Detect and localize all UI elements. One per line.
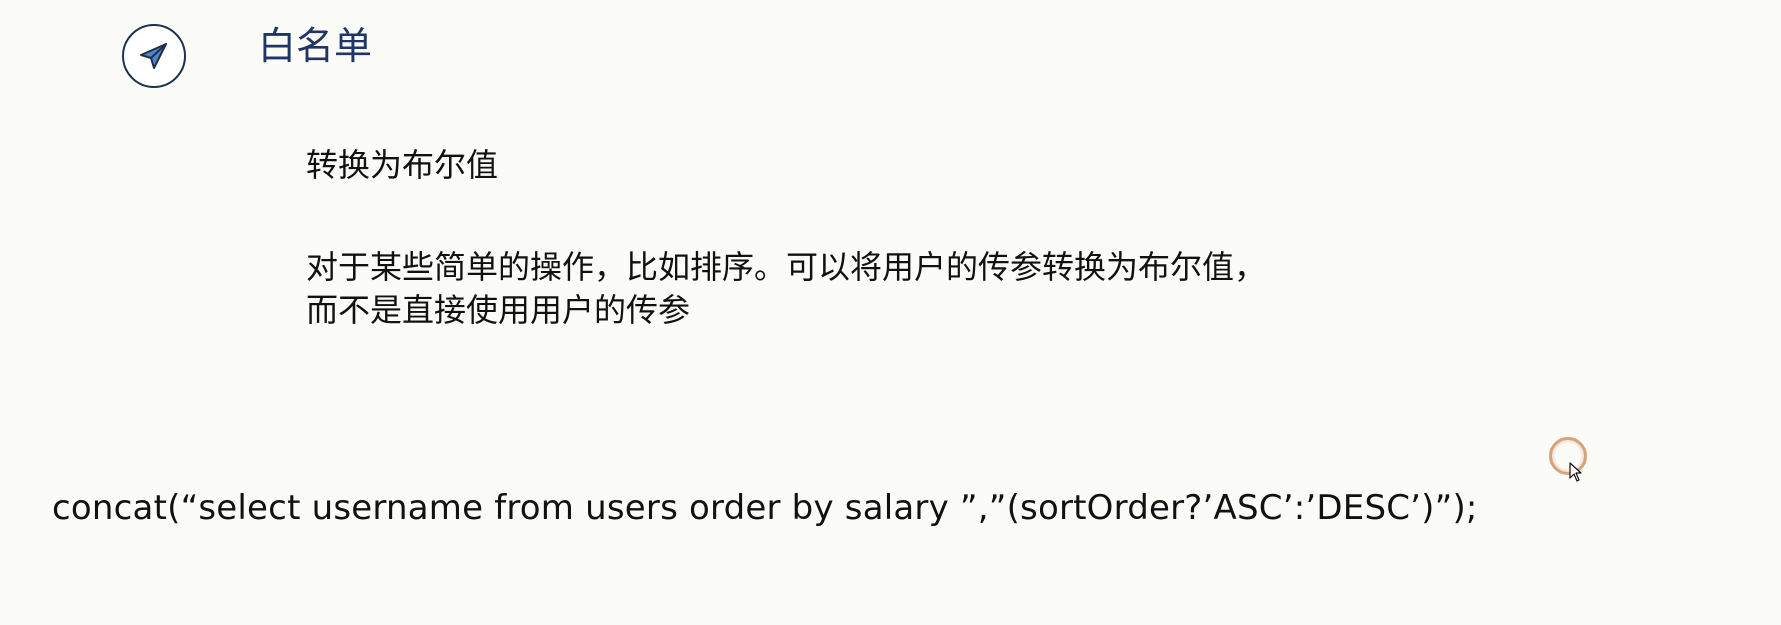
code-example: concat(“select username from users order… <box>52 488 1478 528</box>
page-title: 白名单 <box>258 24 373 68</box>
description-line-2: 而不是直接使用用户的传参 <box>306 291 691 329</box>
mouse-cursor-icon <box>1569 462 1582 482</box>
description-line-1: 对于某些简单的操作，比如排序。可以将用户的传参转换为布尔值， <box>306 248 1267 286</box>
paper-plane-icon-graphic <box>140 43 167 69</box>
description-text: 对于某些简单的操作，比如排序。可以将用户的传参转换为布尔值， 而不是直接使用用户… <box>306 246 1506 332</box>
section-subheading: 转换为布尔值 <box>306 146 499 184</box>
paper-plane-icon <box>122 24 186 88</box>
